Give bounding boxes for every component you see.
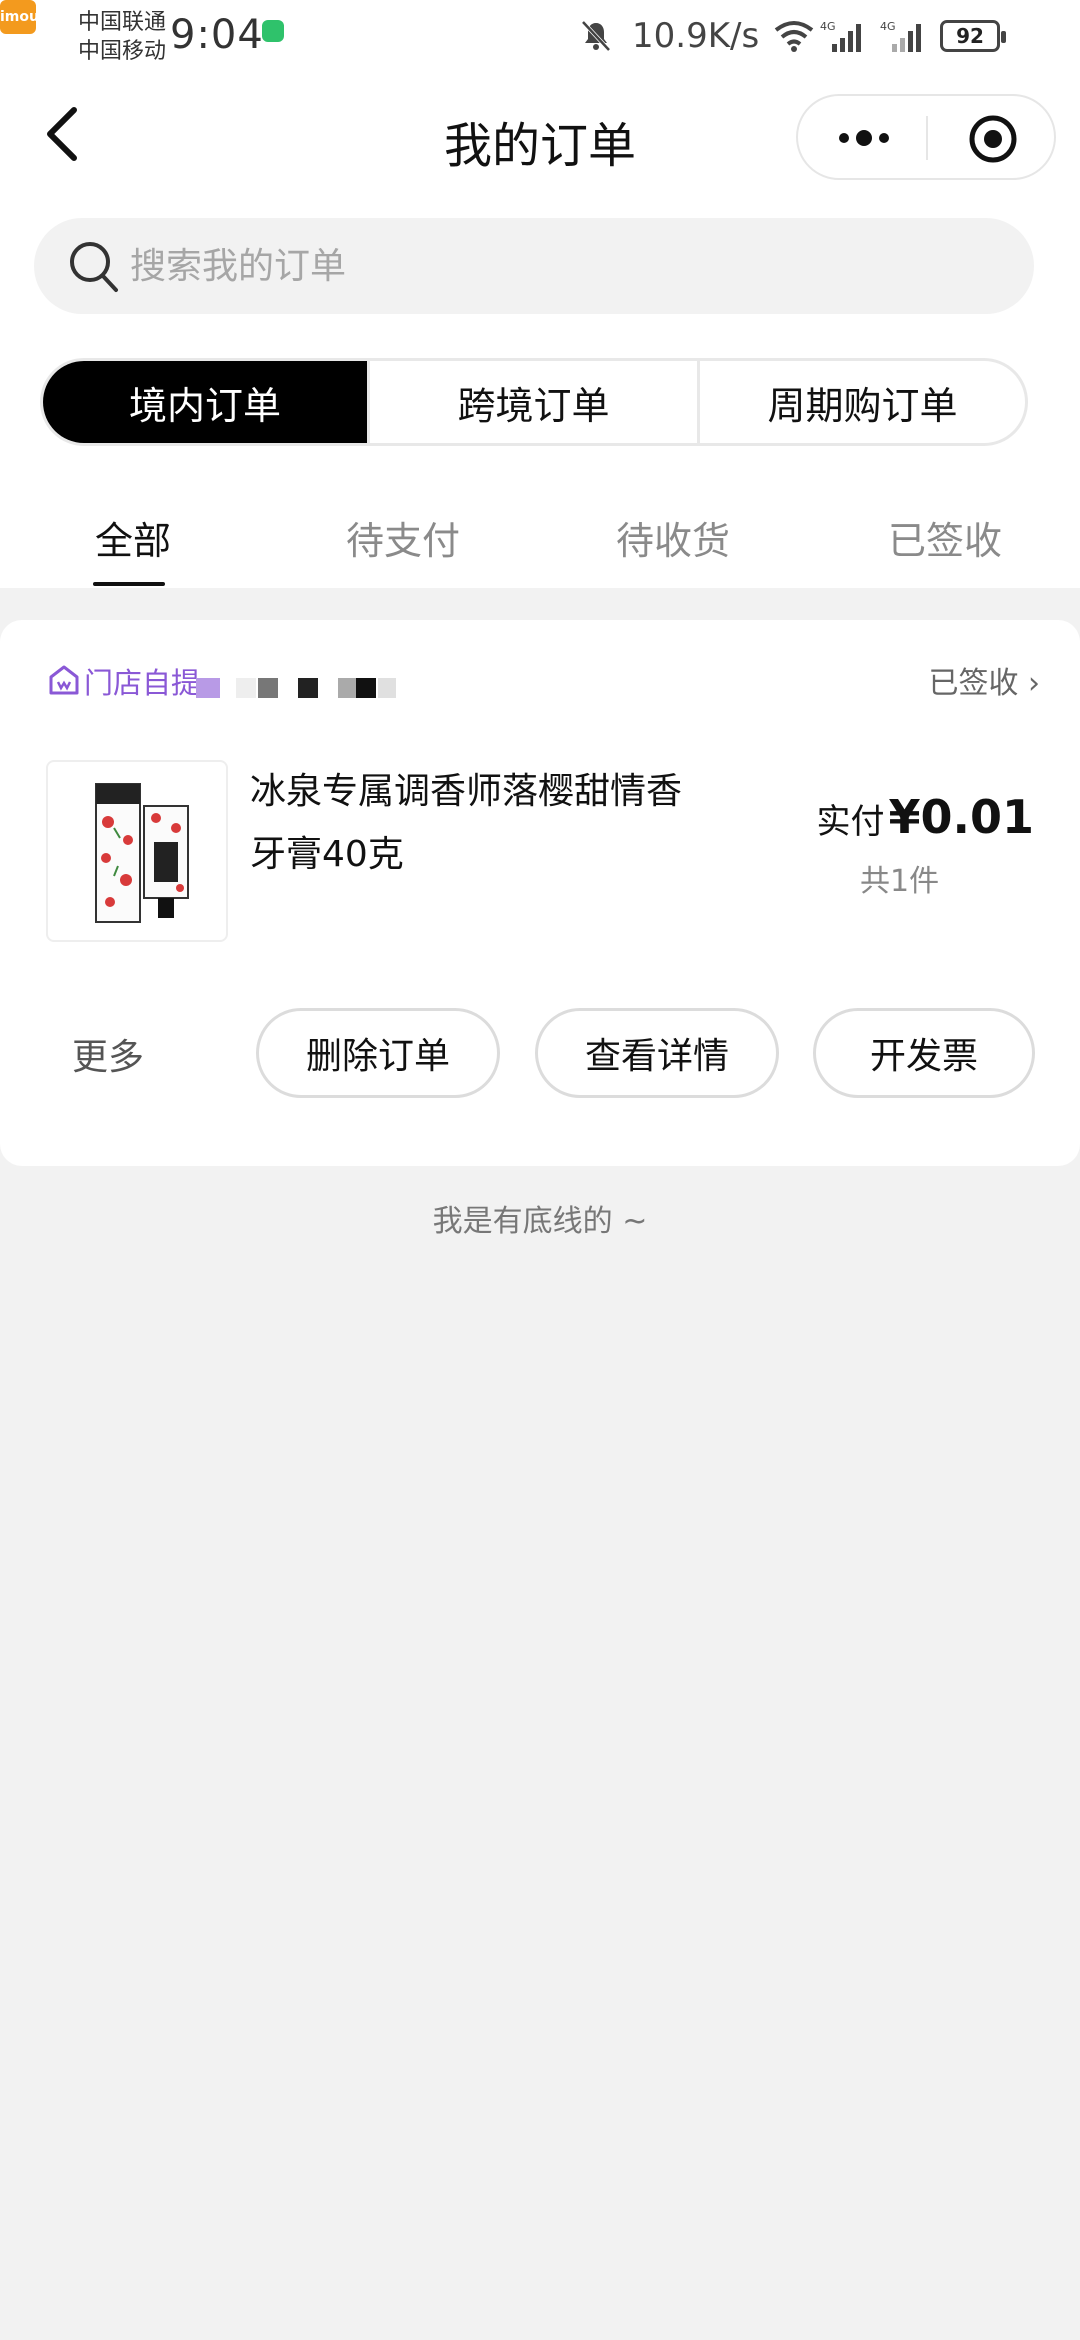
miniprogram-capsule	[796, 94, 1056, 180]
store-pickup-label: 门店自提	[84, 666, 201, 700]
tab-pending-payment[interactable]: 待支付	[346, 510, 460, 565]
carrier-names: 中国联通 中国移动	[78, 8, 166, 66]
signal-2-label: 4G	[880, 20, 896, 33]
chevron-right-icon: ›	[1028, 666, 1040, 701]
status-bar: 中国联通 中国移动 9:04 imou 10.9K/s 4G 4G 92	[0, 0, 1080, 76]
tab-pending-receipt[interactable]: 待收货	[616, 510, 730, 565]
redacted-block	[258, 678, 278, 698]
message-app-icon	[262, 20, 284, 42]
redacted-block	[356, 678, 376, 698]
redacted-block	[378, 678, 396, 698]
order-status: 已签收	[928, 666, 1019, 701]
signal-1-icon: 4G	[820, 20, 861, 52]
search-bar[interactable]	[34, 218, 1034, 314]
wifi-icon	[774, 21, 814, 52]
mute-bell-icon	[581, 20, 611, 52]
clock: 9:04	[170, 12, 264, 58]
segment-cross-border[interactable]: 跨境订单	[370, 361, 697, 443]
redacted-block	[298, 678, 318, 698]
more-dots-icon[interactable]	[836, 120, 892, 156]
toothpaste-product-icon	[95, 783, 189, 923]
status-tabs: 全部 待支付 待收货 已签收	[0, 480, 1080, 588]
redacted-block	[196, 678, 220, 698]
signal-1-label: 4G	[820, 20, 836, 33]
network-speed: 10.9K/s	[632, 16, 760, 56]
search-input[interactable]	[130, 218, 990, 314]
segment-domestic[interactable]: 境内订单	[43, 361, 367, 443]
carrier-1: 中国联通	[78, 10, 167, 35]
tab-underline	[93, 582, 165, 586]
close-target-icon[interactable]	[968, 114, 1018, 164]
battery-indicator: 92	[940, 20, 1006, 52]
carrier-2: 中国移动	[78, 39, 167, 64]
redacted-block	[236, 678, 256, 698]
item-count: 共1件	[860, 864, 940, 899]
view-details-button[interactable]: 查看详情	[535, 1008, 779, 1098]
delete-order-button[interactable]: 删除订单	[256, 1008, 500, 1098]
capsule-divider	[926, 116, 928, 160]
tab-received[interactable]: 已签收	[888, 510, 1002, 565]
search-icon	[70, 242, 118, 292]
imou-app-icon: imou	[0, 0, 39, 34]
segment-subscription[interactable]: 周期购订单	[700, 361, 1025, 443]
store-icon	[49, 665, 79, 695]
product-name[interactable]: 冰泉专属调香师落樱甜情香牙膏40克	[250, 760, 710, 886]
paid-amount: 实付 ¥0.01	[816, 790, 1034, 844]
product-image[interactable]	[46, 760, 228, 942]
tab-all[interactable]: 全部	[95, 510, 171, 565]
order-card[interactable]: 门店自提 已签收 › 冰泉专属调香师落樱甜情香牙膏40克 实付 ¥0.01 共1…	[0, 620, 1080, 1166]
more-link[interactable]: 更多	[72, 1028, 144, 1080]
end-of-list-text: 我是有底线的 ~	[432, 1204, 648, 1239]
issue-invoice-button[interactable]: 开发票	[813, 1008, 1035, 1098]
order-type-segment: 境内订单 跨境订单 周期购订单	[40, 358, 1028, 446]
redacted-block	[338, 678, 356, 698]
paid-prefix: 实付	[816, 802, 885, 842]
price-value: ¥0.01	[888, 790, 1034, 844]
order-status-link[interactable]: 已签收 ›	[928, 658, 1040, 702]
signal-2-icon: 4G	[880, 20, 921, 52]
